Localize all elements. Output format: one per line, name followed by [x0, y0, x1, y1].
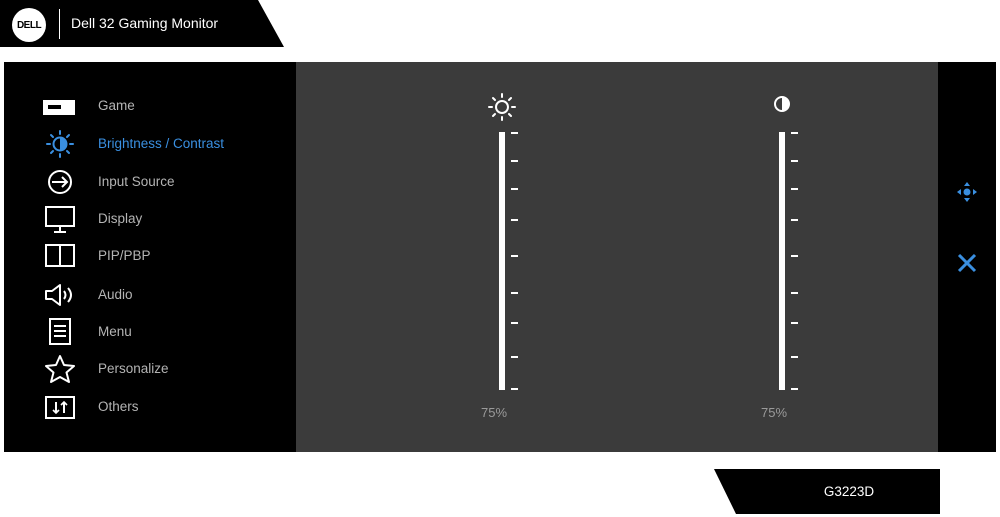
slider-tick: [791, 132, 798, 134]
side-controls: [938, 62, 996, 452]
slider-tick: [791, 388, 798, 390]
pip-pbp-icon: [40, 241, 80, 271]
contrast-track[interactable]: [779, 132, 785, 390]
slider-tick: [511, 322, 518, 324]
slider-tick: [791, 219, 798, 221]
slider-tick: [511, 160, 518, 162]
menu-icon: [40, 317, 80, 347]
others-icon: [40, 392, 80, 422]
input-source-icon: [40, 167, 80, 197]
contrast-slider[interactable]: 75%: [761, 92, 813, 422]
slider-tick: [791, 188, 798, 190]
menu-item-label: Others: [98, 399, 139, 414]
star-icon: [40, 354, 80, 384]
brightness-contrast-icon: [40, 129, 80, 159]
slider-tick: [791, 255, 798, 257]
menu-item-others[interactable]: Others: [40, 392, 290, 422]
menu-item-brightness-contrast[interactable]: Brightness / Contrast: [40, 129, 290, 159]
title-tab: DELL Dell 32 Gaming Monitor: [0, 0, 284, 47]
slider-tick: [511, 292, 518, 294]
close-icon[interactable]: [954, 250, 980, 276]
slider-tick: [791, 322, 798, 324]
sun-icon: [487, 92, 516, 121]
osd-panel: Game Brightness / Contrast Input Source …: [4, 62, 996, 452]
monitor-title: Dell 32 Gaming Monitor: [71, 15, 219, 31]
brightness-track[interactable]: [499, 132, 505, 390]
menu-item-audio[interactable]: Audio: [40, 280, 290, 310]
menu-item-display[interactable]: Display: [40, 204, 290, 234]
audio-icon: [40, 280, 80, 310]
brightness-value: 75%: [481, 405, 508, 420]
slider-tick: [511, 188, 518, 190]
dell-logo: DELL: [12, 8, 46, 42]
menu-item-label: Input Source: [98, 174, 175, 189]
contrast-value: 75%: [761, 405, 788, 420]
menu-item-label: Brightness / Contrast: [98, 136, 225, 151]
slider-tick: [511, 388, 518, 390]
model-tab: G3223D: [714, 469, 940, 514]
menu-item-menu[interactable]: Menu: [40, 317, 290, 347]
menu-item-label: Personalize: [98, 361, 169, 376]
menu-item-label: Menu: [98, 324, 132, 339]
main-menu: Game Brightness / Contrast Input Source …: [4, 62, 296, 452]
display-icon: [40, 204, 80, 234]
slider-tick: [511, 356, 518, 358]
slider-tick: [511, 219, 518, 221]
contrast-icon: [770, 92, 794, 116]
title-separator: [59, 9, 60, 39]
brightness-slider[interactable]: 75%: [481, 92, 533, 422]
slider-tick: [791, 356, 798, 358]
game-icon: [40, 91, 80, 121]
menu-item-personalize[interactable]: Personalize: [40, 354, 290, 384]
navigate-icon[interactable]: [954, 179, 980, 205]
slider-tick: [511, 132, 518, 134]
menu-item-label: Game: [98, 98, 135, 113]
slider-tick: [511, 255, 518, 257]
menu-item-game[interactable]: Game: [40, 91, 290, 121]
slider-tick: [791, 160, 798, 162]
menu-item-label: Display: [98, 211, 143, 226]
menu-item-input-source[interactable]: Input Source: [40, 167, 290, 197]
model-name: G3223D: [823, 484, 875, 499]
slider-tick: [791, 292, 798, 294]
menu-item-label: Audio: [98, 287, 133, 302]
menu-item-label: PIP/PBP: [98, 248, 151, 263]
brightness-contrast-panel: 75% 75%: [296, 62, 938, 452]
menu-item-pip-pbp[interactable]: PIP/PBP: [40, 241, 290, 271]
